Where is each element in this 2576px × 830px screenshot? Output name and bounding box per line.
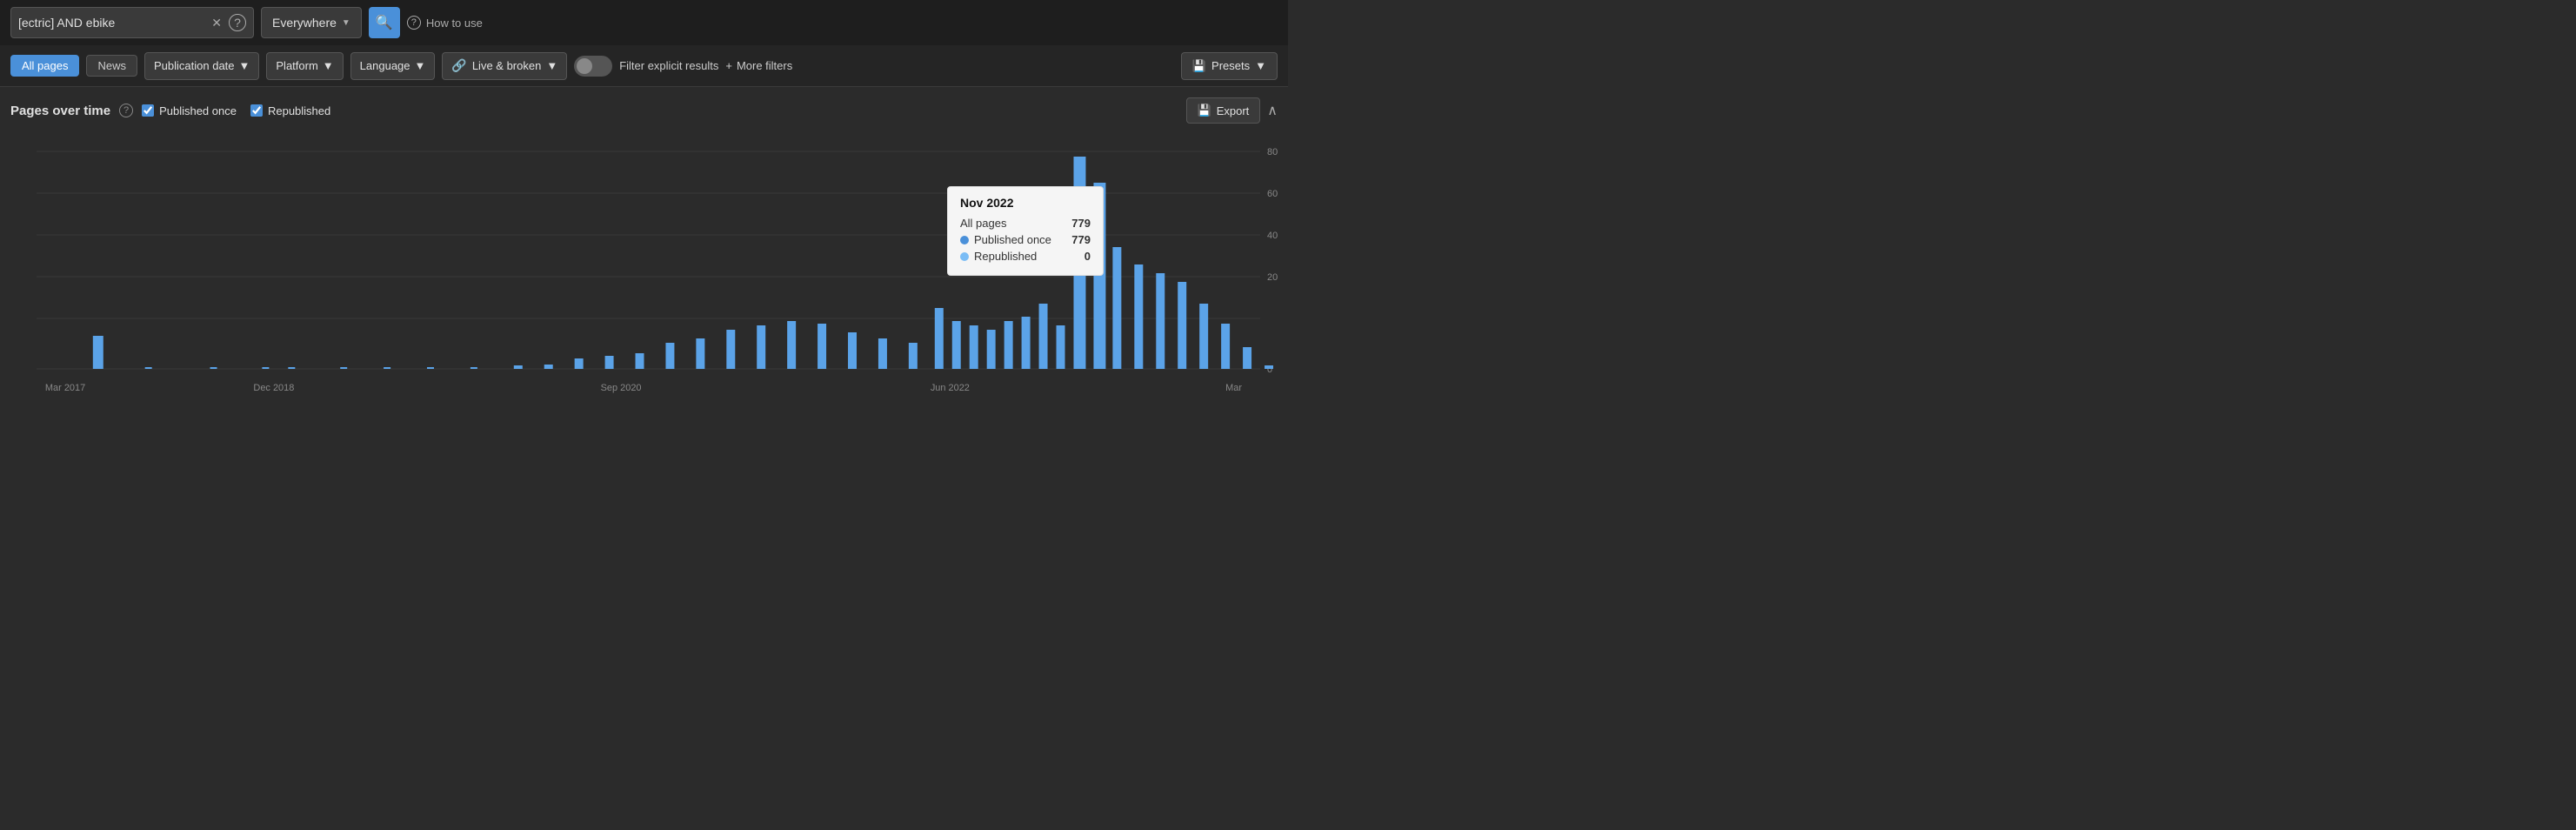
how-to-use-label: How to use xyxy=(426,17,483,30)
search-icon: 🔍 xyxy=(376,14,393,31)
all-pages-label: All pages xyxy=(22,59,68,72)
link-icon: 🔗 xyxy=(451,58,466,73)
chevron-down-icon: ▼ xyxy=(342,18,350,28)
collapse-icon: ∧ xyxy=(1267,104,1278,118)
chart-svg: 800 600 400 200 0 Mar 2017 Dec 2018 Sep … xyxy=(10,134,1278,412)
platform-dropdown[interactable]: Platform ▼ xyxy=(266,52,343,80)
explicit-filter-toggle[interactable] xyxy=(574,56,612,77)
how-to-use-button[interactable]: ? How to use xyxy=(407,16,483,30)
all-pages-tab[interactable]: All pages xyxy=(10,55,79,77)
search-help-button[interactable]: ? xyxy=(229,14,246,31)
chart-controls: 💾 Export ∧ xyxy=(1186,97,1278,124)
everywhere-dropdown[interactable]: Everywhere ▼ xyxy=(261,7,362,38)
svg-text:Dec 2018: Dec 2018 xyxy=(253,383,294,393)
plus-icon: + xyxy=(725,59,732,72)
platform-label: Platform xyxy=(276,59,317,72)
language-label: Language xyxy=(360,59,410,72)
publication-date-label: Publication date xyxy=(154,59,235,72)
news-label: News xyxy=(97,59,126,72)
export-label: Export xyxy=(1217,104,1250,117)
collapse-button[interactable]: ∧ xyxy=(1267,102,1278,119)
republished-checkbox[interactable] xyxy=(250,104,263,117)
svg-text:200: 200 xyxy=(1267,272,1278,283)
news-tab[interactable]: News xyxy=(86,55,137,77)
chart-section: Pages over time ? Published once Republi… xyxy=(0,87,1288,423)
svg-text:400: 400 xyxy=(1267,231,1278,241)
search-input[interactable] xyxy=(18,16,204,30)
chevron-down-icon: ▼ xyxy=(239,59,250,72)
filter-bar: All pages News Publication date ▼ Platfo… xyxy=(0,45,1288,87)
search-submit-button[interactable]: 🔍 xyxy=(369,7,400,38)
chart-title-area: Pages over time ? Published once Republi… xyxy=(10,104,330,118)
publication-date-dropdown[interactable]: Publication date ▼ xyxy=(144,52,259,80)
export-icon: 💾 xyxy=(1198,104,1211,117)
chart-header: Pages over time ? Published once Republi… xyxy=(10,97,1278,124)
svg-text:Sep 2020: Sep 2020 xyxy=(601,383,642,393)
presets-button[interactable]: 💾 Presets ▼ xyxy=(1181,52,1278,80)
checkbox-group: Published once Republished xyxy=(142,104,330,117)
chevron-down-icon: ▼ xyxy=(1255,59,1266,72)
svg-text:600: 600 xyxy=(1267,189,1278,199)
live-broken-dropdown[interactable]: 🔗 Live & broken ▼ xyxy=(442,52,567,80)
svg-text:Mar 2017: Mar 2017 xyxy=(45,383,85,393)
explicit-filter-toggle-group: Filter explicit results xyxy=(574,56,718,77)
published-once-checkbox[interactable] xyxy=(142,104,154,117)
chart-container: 800 600 400 200 0 Mar 2017 Dec 2018 Sep … xyxy=(10,134,1278,412)
chevron-down-icon: ▼ xyxy=(415,59,426,72)
published-once-label: Published once xyxy=(159,104,237,117)
export-button[interactable]: 💾 Export xyxy=(1186,97,1261,124)
published-once-checkbox-label[interactable]: Published once xyxy=(142,104,237,117)
svg-text:800: 800 xyxy=(1267,147,1278,157)
chart-help-icon[interactable]: ? xyxy=(119,104,133,117)
more-filters-label: More filters xyxy=(737,59,792,72)
explicit-filter-label: Filter explicit results xyxy=(619,59,718,72)
republished-label: Republished xyxy=(268,104,330,117)
presets-label: Presets xyxy=(1211,59,1250,72)
live-broken-label: Live & broken xyxy=(472,59,542,72)
more-filters-button[interactable]: + More filters xyxy=(725,59,792,72)
svg-text:Jun 2022: Jun 2022 xyxy=(931,383,970,393)
question-circle-icon: ? xyxy=(407,16,421,30)
republished-checkbox-label[interactable]: Republished xyxy=(250,104,330,117)
search-wrapper: ✕ ? xyxy=(10,7,254,38)
top-bar: ✕ ? Everywhere ▼ 🔍 ? How to use xyxy=(0,0,1288,45)
chevron-down-icon: ▼ xyxy=(546,59,557,72)
chart-title: Pages over time xyxy=(10,104,110,118)
language-dropdown[interactable]: Language ▼ xyxy=(350,52,436,80)
svg-text:Mar: Mar xyxy=(1225,383,1242,393)
search-clear-button[interactable]: ✕ xyxy=(210,16,224,30)
presets-icon: 💾 xyxy=(1192,59,1206,73)
chevron-down-icon: ▼ xyxy=(323,59,334,72)
everywhere-label: Everywhere xyxy=(272,16,337,30)
